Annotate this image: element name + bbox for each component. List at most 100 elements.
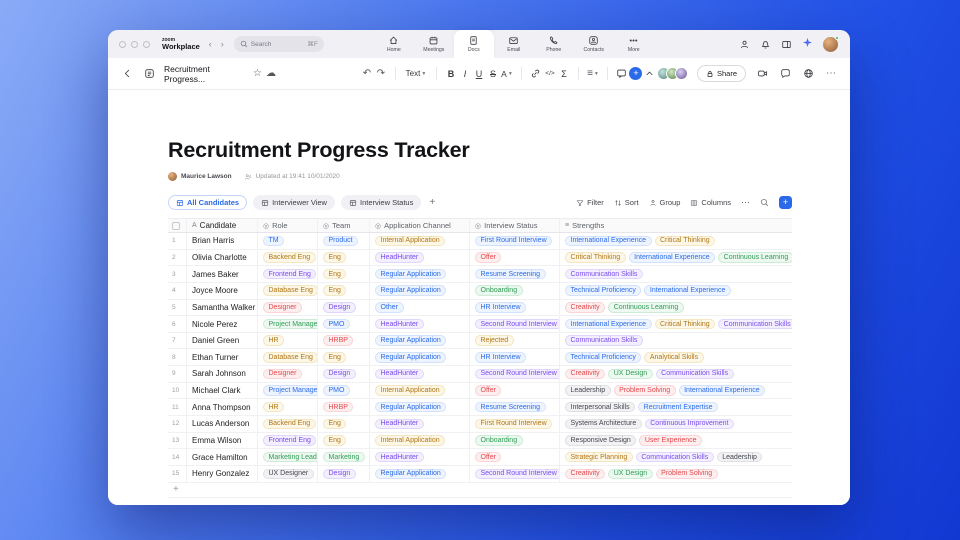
candidate-cell[interactable]: Lucas Anderson (187, 416, 258, 432)
candidate-cell[interactable]: Nicole Perez (187, 316, 258, 332)
team-cell[interactable]: Marketing (318, 449, 370, 465)
nav-email[interactable]: Email (494, 30, 534, 58)
role-cell[interactable]: HR (258, 333, 318, 349)
ai-companion-icon[interactable] (802, 35, 813, 53)
candidate-cell[interactable]: Olivia Charlotte (187, 250, 258, 266)
notifications-bell-icon[interactable] (760, 39, 771, 50)
channel-cell[interactable]: HeadHunter (370, 449, 470, 465)
role-cell[interactable]: Database Eng (258, 349, 318, 365)
role-cell[interactable]: Project Manager (258, 316, 318, 332)
role-cell[interactable]: Database Eng (258, 283, 318, 299)
strengths-cell[interactable]: Communication Skills (560, 333, 792, 349)
status-cell[interactable]: Resume Screening (470, 266, 560, 282)
view-tab-interviewer-view[interactable]: Interviewer View (253, 195, 335, 210)
minimize-window-button[interactable] (131, 41, 138, 48)
candidate-cell[interactable]: Daniel Green (187, 333, 258, 349)
candidate-cell[interactable]: Ethan Turner (187, 349, 258, 365)
strengths-cell[interactable]: Communication Skills (560, 266, 792, 282)
link-icon[interactable] (529, 65, 543, 83)
table-search-icon[interactable] (760, 198, 769, 207)
strengths-cell[interactable]: Technical ProficiencyInternational Exper… (560, 283, 792, 299)
role-cell[interactable]: Designer (258, 366, 318, 382)
status-cell[interactable]: Offer (470, 383, 560, 399)
role-cell[interactable]: Backend Eng (258, 416, 318, 432)
zoom-window-button[interactable] (143, 41, 150, 48)
redo-icon[interactable]: ↷ (374, 65, 388, 83)
forward-nav-icon[interactable]: › (221, 39, 224, 49)
strengths-cell[interactable]: Systems ArchitectureContinuous Improveme… (560, 416, 792, 432)
header-application-channel[interactable]: ◎Application Channel (370, 219, 470, 232)
more-options-icon[interactable]: ⋯ (824, 65, 838, 83)
columns-button[interactable]: Columns (690, 198, 731, 207)
strengths-cell[interactable]: International ExperienceCritical Thinkin… (560, 233, 792, 249)
header-interview-status[interactable]: ◎Interview Status (470, 219, 560, 232)
text-color-dropdown[interactable]: A▼ (500, 65, 514, 83)
status-cell[interactable]: Rejected (470, 333, 560, 349)
channel-cell[interactable]: Regular Application (370, 466, 470, 482)
role-cell[interactable]: Marketing Lead (258, 449, 318, 465)
channel-cell[interactable]: Regular Application (370, 333, 470, 349)
role-cell[interactable]: Frontend Eng (258, 433, 318, 449)
strengths-cell[interactable]: CreativityUX DesignProblem Solving (560, 466, 792, 482)
team-cell[interactable]: Eng (318, 416, 370, 432)
nav-meetings[interactable]: Meetings (414, 30, 454, 58)
status-cell[interactable]: Resume Screening (470, 399, 560, 415)
profile-person-icon[interactable] (739, 39, 750, 50)
formula-icon[interactable]: Σ (557, 65, 571, 83)
header-role[interactable]: ◎Role (258, 219, 318, 232)
add-row-button[interactable]: + (168, 483, 792, 498)
role-cell[interactable]: UX Designer (258, 466, 318, 482)
role-cell[interactable]: Designer (258, 300, 318, 316)
status-cell[interactable]: Offer (470, 250, 560, 266)
status-cell[interactable]: HR Interview (470, 300, 560, 316)
group-button[interactable]: Group (649, 198, 681, 207)
channel-cell[interactable]: Regular Application (370, 283, 470, 299)
team-cell[interactable]: Design (318, 466, 370, 482)
team-cell[interactable]: Eng (318, 250, 370, 266)
share-button[interactable]: Share (697, 65, 746, 82)
candidate-cell[interactable]: Michael Clark (187, 383, 258, 399)
candidate-cell[interactable]: Emma Wilson (187, 433, 258, 449)
team-cell[interactable]: HRBP (318, 333, 370, 349)
channel-cell[interactable]: Regular Application (370, 349, 470, 365)
team-cell[interactable]: Design (318, 366, 370, 382)
comment-icon[interactable] (615, 65, 629, 83)
filter-button[interactable]: Filter (576, 198, 604, 207)
status-cell[interactable]: Second Round Interview (470, 366, 560, 382)
team-cell[interactable]: Eng (318, 349, 370, 365)
candidate-cell[interactable]: Joyce Moore (187, 283, 258, 299)
status-cell[interactable]: HR Interview (470, 349, 560, 365)
add-record-button[interactable]: + (779, 196, 792, 209)
team-cell[interactable]: Design (318, 300, 370, 316)
header-team[interactable]: ◎Team (318, 219, 370, 232)
doc-home-icon[interactable] (142, 65, 156, 83)
role-cell[interactable]: Project Manager (258, 383, 318, 399)
add-view-button[interactable]: + (429, 197, 435, 208)
candidate-cell[interactable]: Henry Gonzalez (187, 466, 258, 482)
team-cell[interactable]: Product (318, 233, 370, 249)
status-cell[interactable]: Onboarding (470, 433, 560, 449)
nav-home[interactable]: Home (374, 30, 414, 58)
status-cell[interactable]: Offer (470, 449, 560, 465)
italic-button[interactable]: I (458, 65, 472, 83)
select-all-checkbox[interactable] (172, 222, 180, 230)
channel-cell[interactable]: Internal Application (370, 433, 470, 449)
collapse-toolbar-icon[interactable] (643, 65, 657, 83)
channel-cell[interactable]: Regular Application (370, 266, 470, 282)
text-style-dropdown[interactable]: Text▼ (403, 65, 429, 83)
channel-cell[interactable]: HeadHunter (370, 416, 470, 432)
back-button[interactable] (120, 65, 134, 83)
candidate-cell[interactable]: Brian Harris (187, 233, 258, 249)
strengths-cell[interactable]: LeadershipProblem SolvingInternational E… (560, 383, 792, 399)
favorite-star-icon[interactable]: ☆ (253, 68, 262, 79)
channel-cell[interactable]: Regular Application (370, 399, 470, 415)
candidate-cell[interactable]: Samantha Walker (187, 300, 258, 316)
close-window-button[interactable] (119, 41, 126, 48)
nav-phone[interactable]: Phone (534, 30, 574, 58)
chat-bubble-icon[interactable] (778, 65, 792, 83)
strikethrough-button[interactable]: S (486, 65, 500, 83)
strengths-cell[interactable]: Responsive DesignUser Experience (560, 433, 792, 449)
strengths-cell[interactable]: Interpersonal SkillsRecruitment Expertis… (560, 399, 792, 415)
globe-icon[interactable] (801, 65, 815, 83)
strengths-cell[interactable]: Technical ProficiencyAnalytical Skills (560, 349, 792, 365)
